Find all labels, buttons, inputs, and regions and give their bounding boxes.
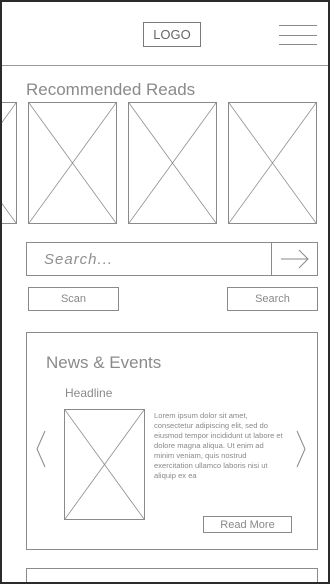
app-frame: LOGO Recommended Reads Search... Scan Se… [0,0,330,584]
logo[interactable]: LOGO [143,22,201,47]
chevron-left-icon[interactable] [35,429,47,469]
search-input[interactable] [27,243,272,275]
news-body-text: Lorem ipsum dolor sit amet, consectetur … [154,411,283,480]
news-events-title: News & Events [46,353,162,372]
recommended-reads-title: Recommended Reads [26,80,196,99]
news-headline: Headline [65,386,113,400]
search-bar [26,242,318,276]
news-image-placeholder [64,409,145,520]
recommended-carousel[interactable] [2,102,328,224]
recommended-item[interactable] [2,102,17,224]
next-section-card [26,568,318,582]
hamburger-menu-icon[interactable] [279,25,317,45]
scan-button[interactable]: Scan [28,287,119,311]
search-button[interactable]: Search [227,287,318,311]
arrow-right-icon [281,249,309,269]
search-submit-button[interactable] [271,243,317,275]
chevron-right-icon[interactable] [295,429,307,469]
top-header: LOGO [2,2,328,66]
news-events-card: News & Events Headline Lorem ipsum dolor… [26,332,318,550]
recommended-item[interactable] [128,102,217,224]
recommended-item[interactable] [228,102,317,224]
read-more-button[interactable]: Read More [203,516,292,533]
recommended-item[interactable] [28,102,117,224]
